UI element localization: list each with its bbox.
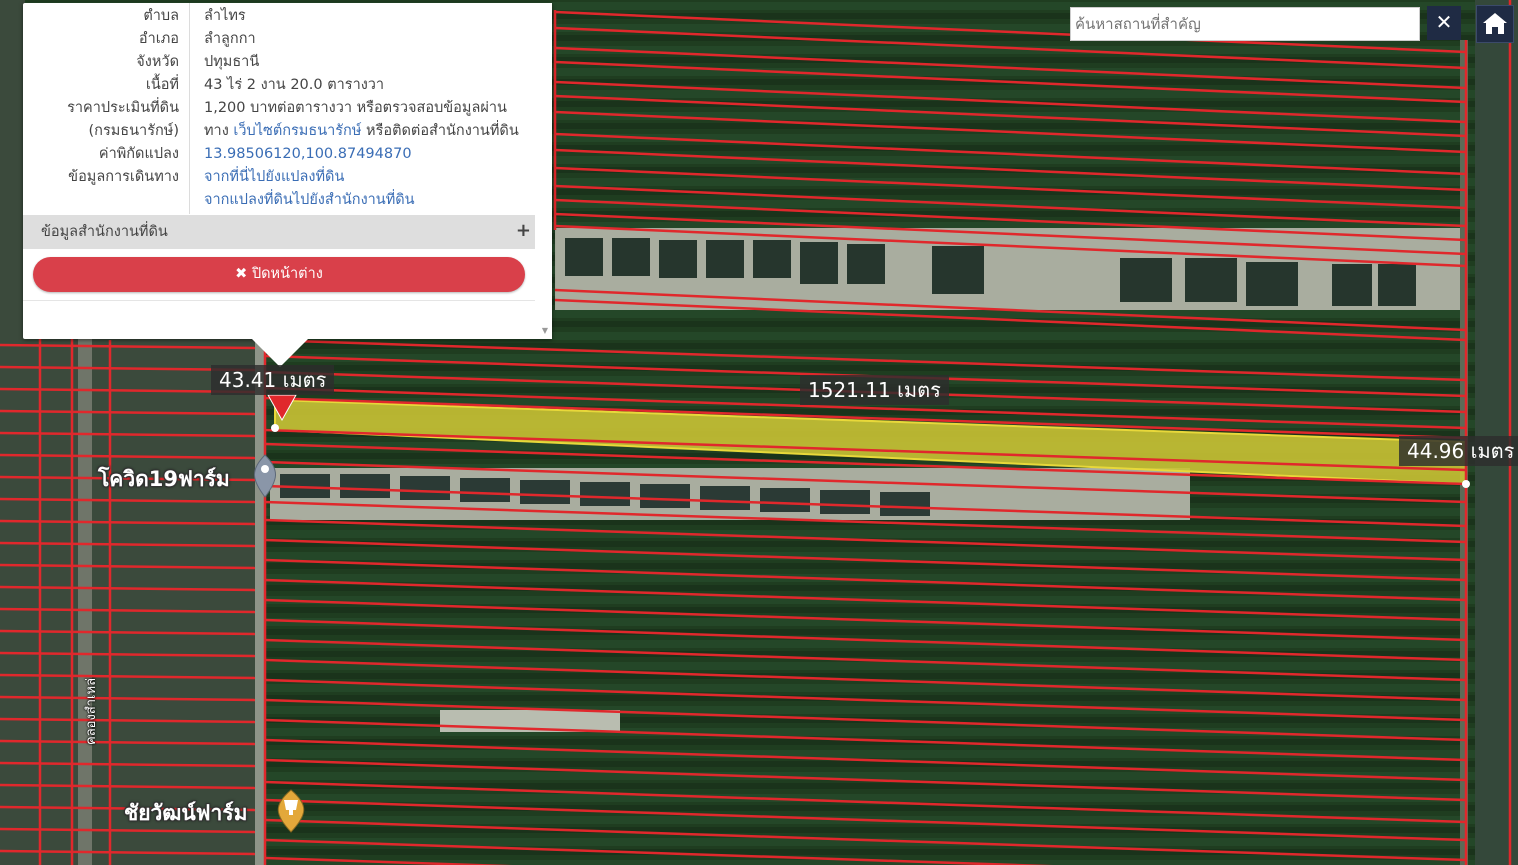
close-icon: ✖ [235, 266, 248, 282]
info-row: (กรมธนารักษ์) ทาง เว็บไซต์กรมธนารักษ์ หรื… [23, 120, 535, 143]
info-value: ลำไทร [204, 5, 246, 28]
poi-label-covid19-farm[interactable]: โควิด19ฟาร์ม [98, 463, 230, 496]
info-value-text: 1,200 บาทต่อตารางวา หรือตรวจสอบข้อมูลผ่า… [204, 100, 507, 116]
land-office-section-toggle[interactable]: ข้อมูลสำนักงานที่ดิน + [23, 215, 535, 249]
measurement-east: 44.96 เมตร [1399, 436, 1518, 466]
info-value: ทาง เว็บไซต์กรมธนารักษ์ หรือติดต่อสำนักง… [204, 120, 519, 143]
info-value: 1,200 บาทต่อตารางวา หรือตรวจสอบข้อมูลผ่า… [204, 97, 507, 120]
info-row: อำเภอ ลำลูกกา [23, 28, 535, 51]
home-button[interactable] [1476, 5, 1514, 43]
road-label: คลองสำเหล่ [84, 677, 99, 745]
search-input[interactable] [1070, 7, 1420, 41]
info-value-prefix: ทาง [204, 123, 234, 139]
panel-scrollbar[interactable]: ▼ [535, 3, 552, 339]
info-label: (กรมธนารักษ์) [88, 123, 179, 139]
info-label: ตำบล [143, 8, 179, 24]
info-link[interactable]: เว็บไซต์กรมธนารักษ์ [233, 123, 361, 139]
parcel-info-panel: ตำบล ลำไทรอำเภอ ลำลูกกาจังหวัด ปทุมธานีเนื้… [23, 3, 552, 339]
section-label: ข้อมูลสำนักงานที่ดิน [41, 224, 168, 240]
info-row: ตำบล ลำไทร [23, 5, 535, 28]
info-label: อำเภอ [138, 31, 179, 47]
info-label: ค่าพิกัดแปลง [98, 146, 179, 162]
close-window-button[interactable]: ✖ ปิดหน้าต่าง [33, 257, 525, 292]
info-label: จังหวัด [136, 54, 179, 70]
info-value: ลำลูกกา [204, 28, 256, 51]
info-link[interactable]: จากแปลงที่ดินไปยังสำนักงานที่ดิน [204, 192, 415, 208]
info-value-suffix: หรือติดต่อสำนักงานที่ดิน [361, 123, 519, 139]
info-row: จังหวัด ปทุมธานี [23, 51, 535, 74]
home-icon [1483, 13, 1507, 34]
clear-search-button[interactable]: ✕ [1427, 6, 1461, 40]
info-row: ค่าพิกัดแปลง 13.98506120,100.87494870 [23, 143, 535, 166]
info-label: ราคาประเมินที่ดิน [67, 100, 179, 116]
info-value: จากแปลงที่ดินไปยังสำนักงานที่ดิน [204, 189, 415, 212]
info-value-text: 43 ไร่ 2 งาน 20.0 ตารางวา [204, 77, 385, 93]
info-link[interactable]: จากที่นี่ไปยังแปลงที่ดิน [204, 169, 344, 185]
info-value: ปทุมธานี [204, 51, 259, 74]
close-icon: ✕ [1435, 10, 1453, 34]
plus-icon: + [515, 220, 531, 241]
info-value-text: ปทุมธานี [204, 54, 260, 70]
info-label: เนื้อที่ [145, 77, 179, 93]
poi-label-chaiwat-farm[interactable]: ชัยวัฒน์ฟาร์ม [124, 797, 247, 830]
panel-pointer [252, 339, 308, 367]
close-window-label: ปิดหน้าต่าง [251, 266, 323, 282]
info-value-text: ลำไทร [204, 8, 246, 24]
info-value: 43 ไร่ 2 งาน 20.0 ตารางวา [204, 74, 384, 97]
info-link[interactable]: 13.98506120,100.87494870 [204, 146, 412, 162]
measurement-length: 1521.11 เมตร [800, 375, 949, 405]
info-row: เนื้อที่ 43 ไร่ 2 งาน 20.0 ตารางวา [23, 74, 535, 97]
info-value: 13.98506120,100.87494870 [204, 143, 412, 166]
info-label: ข้อมูลการเดินทาง [68, 169, 179, 185]
scroll-down-icon[interactable]: ▼ [542, 326, 548, 335]
info-row: ราคาประเมินที่ดิน 1,200 บาทต่อตารางวา หรื… [23, 97, 535, 120]
info-row: ข้อมูลการเดินทาง จากที่นี่ไปยังแปลงที่ดิน [23, 166, 535, 189]
divider [23, 300, 535, 301]
info-value: จากที่นี่ไปยังแปลงที่ดิน [204, 166, 344, 189]
info-value-text: ลำลูกกา [204, 31, 256, 47]
info-row: จากแปลงที่ดินไปยังสำนักงานที่ดิน [23, 189, 535, 212]
measurement-west: 43.41 เมตร [211, 365, 335, 395]
